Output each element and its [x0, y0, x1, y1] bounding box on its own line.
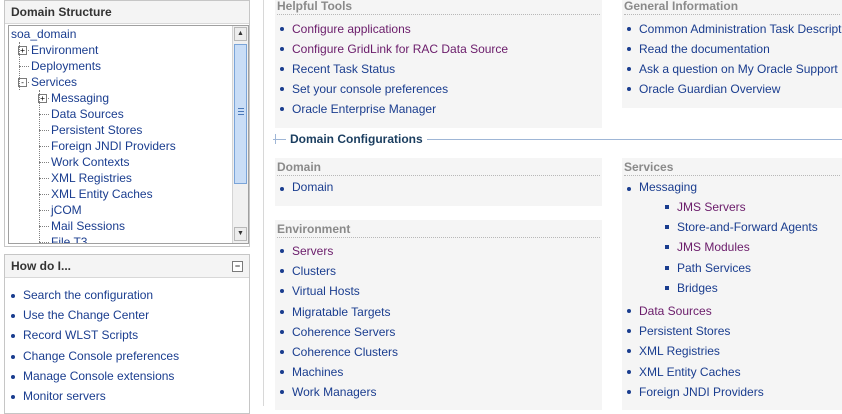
tree-connector	[39, 114, 49, 115]
environment-link[interactable]: Virtual Hosts	[277, 281, 398, 301]
general-info-link[interactable]: Common Administration Task Descriptions	[624, 19, 842, 39]
how-do-i-title-label: How do I...	[11, 259, 71, 273]
messaging-sub-link[interactable]: Path Services	[662, 258, 818, 278]
domain-tree: soa_domain + Environment Deployments - Servic…	[8, 25, 249, 244]
services-link[interactable]: Data Sources	[624, 301, 764, 321]
tree-item-environment[interactable]: Environment	[31, 42, 98, 58]
tree-connector	[39, 162, 49, 163]
tree-connector	[39, 210, 49, 211]
tree-scrollbar[interactable]: ▲ ▼	[232, 26, 248, 243]
tree-connector	[39, 226, 49, 227]
scroll-up-arrow-icon[interactable]: ▲	[234, 27, 247, 41]
messaging-link[interactable]: Messaging	[624, 179, 697, 195]
tree-connector	[39, 178, 49, 179]
domain-configurations-cap	[275, 134, 276, 144]
general-information-rule	[624, 14, 840, 15]
tree-item-messaging[interactable]: Messaging	[51, 90, 109, 106]
how-do-i-list: Search the configuration Use the Change C…	[5, 285, 179, 406]
how-do-i-panel: How do I... − Search the configuration Us…	[4, 254, 250, 414]
how-do-i-link[interactable]: Use the Change Center	[5, 305, 179, 325]
environment-section-rule	[277, 237, 600, 238]
column-divider	[263, 0, 264, 406]
environment-section-title: Environment	[277, 222, 351, 236]
tree-item-root[interactable]: soa_domain	[11, 26, 76, 42]
messaging-sublist: JMS Servers Store-and-Forward Agents JMS M…	[662, 197, 818, 298]
general-info-link[interactable]: Ask a question on My Oracle Support	[624, 59, 842, 79]
how-do-i-link[interactable]: Monitor servers	[5, 386, 179, 406]
how-do-i-link[interactable]: Search the configuration	[5, 285, 179, 305]
environment-link[interactable]: Clusters	[277, 261, 398, 281]
tree-item-jcom[interactable]: jCOM	[51, 202, 82, 218]
messaging-sub-link[interactable]: Bridges	[662, 278, 818, 298]
environment-link[interactable]: Servers	[277, 241, 398, 261]
tree-connector-vertical	[19, 42, 20, 90]
services-link[interactable]: XML Entity Caches	[624, 362, 764, 382]
tree-connector	[39, 242, 49, 243]
domain-structure-title: Domain Structure	[5, 1, 249, 24]
tree-item-file-t3[interactable]: File T3	[51, 234, 87, 243]
tree-item-foreign-jndi[interactable]: Foreign JNDI Providers	[51, 138, 176, 154]
general-information-title: General Information	[624, 0, 739, 13]
services-link[interactable]: Persistent Stores	[624, 321, 764, 341]
tree-connector	[39, 130, 49, 131]
services-section-rule	[624, 175, 840, 176]
tree-item-xml-registries[interactable]: XML Registries	[51, 170, 132, 186]
messaging-sub-link[interactable]: JMS Modules	[662, 237, 818, 257]
tree-connector	[39, 194, 49, 195]
services-link[interactable]: XML Registries	[624, 341, 764, 361]
services-list: Data Sources Persistent Stores XML Registr…	[624, 301, 764, 402]
helpful-tools-title: Helpful Tools	[277, 0, 353, 13]
tree-item-services[interactable]: Services	[31, 74, 77, 90]
helpful-tools-rule	[277, 14, 600, 15]
how-do-i-link[interactable]: Manage Console extensions	[5, 366, 179, 386]
services-messaging-list: Messaging	[624, 179, 697, 195]
tree-item-persistent-stores[interactable]: Persistent Stores	[51, 122, 142, 138]
how-do-i-link[interactable]: Change Console preferences	[5, 346, 179, 366]
tree-item-data-sources[interactable]: Data Sources	[51, 106, 124, 122]
environment-list: Servers Clusters Virtual Hosts Migratable T…	[277, 241, 398, 403]
messaging-sub-link[interactable]: Store-and-Forward Agents	[662, 217, 818, 237]
services-section-title: Services	[624, 160, 674, 174]
tree-connector	[39, 146, 49, 147]
collapse-icon[interactable]: −	[232, 261, 243, 272]
helpful-tool-link[interactable]: Recent Task Status	[277, 59, 508, 79]
tree-item-mail-sessions[interactable]: Mail Sessions	[51, 218, 125, 234]
domain-list: Domain	[277, 179, 333, 195]
helpful-tools-list: Configure applications Configure GridLink…	[277, 19, 508, 119]
environment-link[interactable]: Work Managers	[277, 382, 398, 402]
scroll-down-arrow-icon[interactable]: ▼	[234, 227, 247, 241]
environment-link[interactable]: Migratable Targets	[277, 302, 398, 322]
tree-connector	[19, 66, 29, 67]
domain-link[interactable]: Domain	[277, 179, 333, 195]
tree-item-work-contexts[interactable]: Work Contexts	[51, 154, 129, 170]
domain-configurations-title: Domain Configurations	[286, 131, 427, 147]
messaging-sub-link[interactable]: JMS Servers	[662, 197, 818, 217]
helpful-tool-link[interactable]: Oracle Enterprise Manager	[277, 99, 508, 119]
tree-item-xml-entity-caches[interactable]: XML Entity Caches	[51, 186, 153, 202]
environment-link[interactable]: Machines	[277, 362, 398, 382]
how-do-i-title: How do I... −	[5, 255, 249, 278]
domain-section-title: Domain	[277, 160, 322, 174]
general-info-link[interactable]: Read the documentation	[624, 39, 842, 59]
helpful-tool-link[interactable]: Set your console preferences	[277, 79, 508, 99]
tree-connector-vertical	[39, 90, 40, 243]
domain-structure-panel: Domain Structure soa_domain + Environment D…	[4, 0, 250, 247]
helpful-tool-link[interactable]: Configure GridLink for RAC Data Source	[277, 39, 508, 59]
helpful-tool-link[interactable]: Configure applications	[277, 19, 508, 39]
general-information-list: Common Administration Task Descriptions R…	[624, 19, 842, 99]
how-do-i-link[interactable]: Record WLST Scripts	[5, 325, 179, 345]
environment-link[interactable]: Coherence Clusters	[277, 342, 398, 362]
services-link[interactable]: Foreign JNDI Providers	[624, 382, 764, 402]
scrollbar-thumb[interactable]	[234, 44, 247, 184]
domain-section-rule	[277, 175, 600, 176]
grip-icon	[238, 108, 244, 109]
tree-item-deployments[interactable]: Deployments	[31, 58, 101, 74]
environment-link[interactable]: Coherence Servers	[277, 322, 398, 342]
general-info-link[interactable]: Oracle Guardian Overview	[624, 79, 842, 99]
